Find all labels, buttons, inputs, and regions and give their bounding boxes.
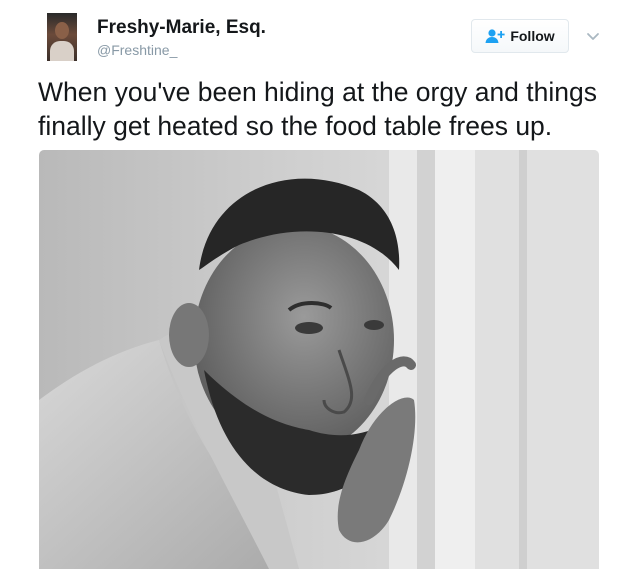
author-display-name[interactable]: Freshy-Marie, Esq.: [97, 17, 266, 39]
avatar-body: [50, 41, 74, 61]
author-handle[interactable]: @Freshtine_: [97, 42, 177, 58]
tweet-menu-chevron-down-icon[interactable]: [585, 28, 601, 44]
follow-button[interactable]: Follow: [471, 19, 569, 53]
tweet-text: When you've been hiding at the orgy and …: [38, 77, 597, 141]
author-avatar[interactable]: [47, 13, 77, 61]
add-user-icon: [485, 28, 505, 44]
avatar-face: [55, 22, 69, 39]
follow-button-label: Follow: [510, 28, 555, 44]
tweet-photo[interactable]: [39, 150, 599, 569]
